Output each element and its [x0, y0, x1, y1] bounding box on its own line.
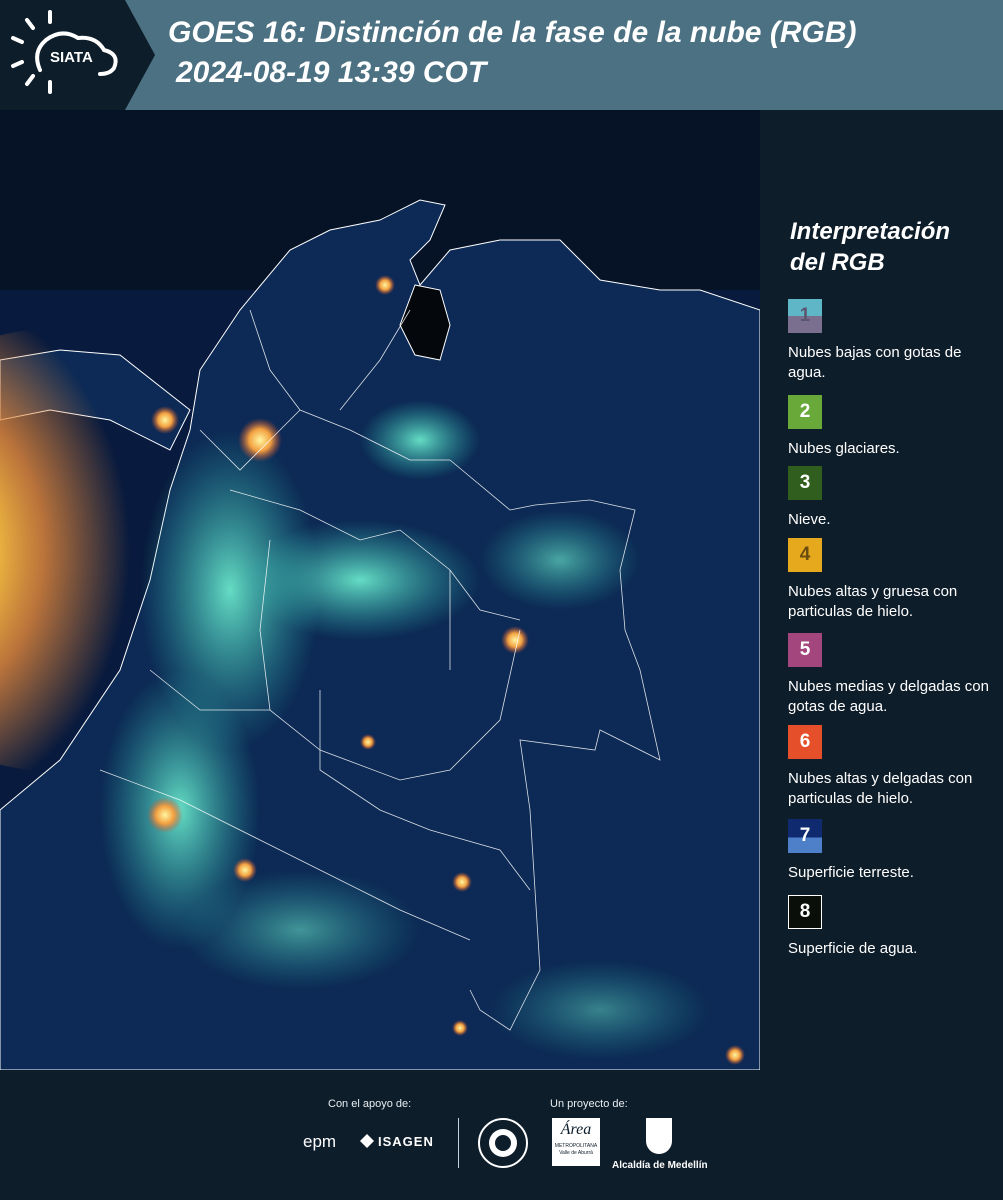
isagen-logo-icon: [360, 1134, 374, 1148]
header-notch: [125, 0, 155, 110]
svg-text:SIATA: SIATA: [50, 49, 93, 66]
isagen-logo: ISAGEN: [378, 1134, 434, 1149]
page-timestamp: 2024-08-19 13:39 COT: [176, 56, 487, 89]
legend-label-7: Superficie terreste.: [788, 864, 914, 881]
legend-label-4: Nubes altas y gruesa con particulas de h…: [788, 583, 958, 620]
convective-cell: [725, 1045, 745, 1065]
convective-cell: [501, 626, 529, 654]
legend-item-7: 7 Superficie terreste.: [788, 819, 998, 883]
support-caption: Con el apoyo de:: [328, 1098, 412, 1110]
convective-cell: [452, 872, 472, 892]
project-caption: Un proyecto de:: [550, 1098, 628, 1110]
cloud-cluster-central: [240, 520, 480, 640]
legend-item-5: 5 Nubes medias y delgadas con gotas de a…: [788, 633, 998, 717]
satellite-map[interactable]: [0, 110, 760, 1070]
legend-item-4: 4 Nubes altas y gruesa con particulas de…: [788, 538, 998, 622]
cloud-cluster-north: [360, 400, 480, 480]
swatch-2: 2: [788, 395, 822, 429]
swatch-6: 6: [788, 725, 822, 759]
footer-divider: [458, 1118, 459, 1168]
page-title: GOES 16: Distinción de la fase de la nub…: [168, 16, 857, 49]
swatch-3: 3: [788, 466, 822, 500]
legend-title: Interpretación del RGB: [790, 218, 951, 276]
swatch-4: 4: [788, 538, 822, 572]
convective-cell: [238, 418, 282, 462]
convective-cell: [233, 858, 257, 882]
medellin-shield-icon: [646, 1118, 672, 1154]
convective-cell: [360, 734, 376, 750]
legend-item-8: 8 Superficie de agua.: [788, 895, 998, 959]
legend-label-8: Superficie de agua.: [788, 940, 918, 957]
siata-logo-icon: SIATA: [11, 10, 118, 94]
swatch-8: 8: [788, 895, 822, 929]
legend-item-2: 2 Nubes glaciares.: [788, 395, 998, 459]
swatch-7: 7: [788, 819, 822, 853]
cloud-cluster-south: [180, 870, 420, 990]
legend-label-2: Nubes glaciares.: [788, 440, 900, 457]
convective-cell: [147, 797, 183, 833]
cloud-cluster-east: [480, 510, 640, 610]
convective-cell: [151, 406, 179, 434]
legend-item-6: 6 Nubes altas y delgadas con particulas …: [788, 725, 998, 809]
legend-item-3: 3 Nieve.: [788, 466, 998, 530]
swatch-5: 5: [788, 633, 822, 667]
legend-label-5: Nubes medias y delgadas con gotas de agu…: [788, 678, 989, 715]
legend-label-1: Nubes bajas con gotas de agua.: [788, 344, 962, 381]
siata-seal-icon: [478, 1118, 528, 1168]
convective-cell: [375, 275, 395, 295]
legend-label-6: Nubes altas y delgadas con particulas de…: [788, 770, 973, 807]
swatch-1: 1: [788, 299, 822, 333]
area-metropolitana-logo: Área METROPOLITANA Valle de Aburrá: [552, 1118, 600, 1166]
legend-label-3: Nieve.: [788, 511, 831, 528]
legend-item-1: 1 Nubes bajas con gotas de agua.: [788, 299, 998, 383]
convective-cell: [452, 1020, 468, 1036]
cloud-cluster-southeast: [490, 960, 710, 1060]
alcaldia-logo-text: Alcaldía de Medellín: [612, 1160, 708, 1171]
footer: Con el apoyo de: Un proyecto de: epm ISA…: [0, 1070, 1003, 1200]
epm-logo: epm: [303, 1132, 337, 1151]
legend-panel: Interpretación del RGB 1 Nubes bajas con…: [760, 110, 1003, 1070]
